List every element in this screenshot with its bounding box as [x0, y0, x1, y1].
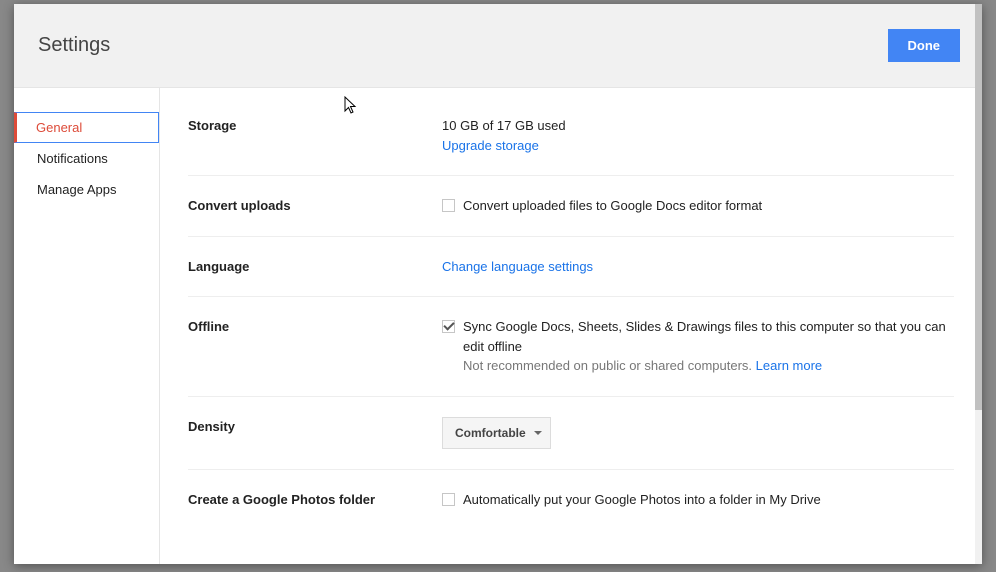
value-photos: Automatically put your Google Photos int… [442, 490, 954, 510]
convert-checkbox[interactable] [442, 199, 455, 212]
storage-used-text: 10 GB of 17 GB used [442, 116, 954, 136]
dialog-title: Settings [38, 34, 110, 57]
done-button[interactable]: Done [888, 29, 961, 62]
convert-text: Convert uploaded files to Google Docs ed… [463, 196, 762, 216]
value-language: Change language settings [442, 257, 954, 277]
sidebar: General Notifications Manage Apps [14, 88, 160, 564]
photos-text: Automatically put your Google Photos int… [463, 490, 821, 510]
label-offline: Offline [188, 317, 442, 376]
row-density: Density Comfortable [188, 397, 954, 470]
row-offline: Offline Sync Google Docs, Sheets, Slides… [188, 297, 954, 397]
nav-manage-apps[interactable]: Manage Apps [14, 174, 159, 205]
label-storage: Storage [188, 116, 442, 155]
label-convert: Convert uploads [188, 196, 442, 216]
upgrade-storage-link[interactable]: Upgrade storage [442, 138, 539, 153]
density-value: Comfortable [455, 424, 526, 442]
settings-dialog: Settings Done General Notifications Mana… [14, 4, 982, 564]
dropdown-arrow-icon [534, 431, 542, 435]
change-language-link[interactable]: Change language settings [442, 259, 593, 274]
offline-checkbox[interactable] [442, 320, 455, 333]
dialog-body: General Notifications Manage Apps Storag… [14, 88, 982, 564]
label-language: Language [188, 257, 442, 277]
photos-checkbox[interactable] [442, 493, 455, 506]
label-photos: Create a Google Photos folder [188, 490, 442, 510]
value-storage: 10 GB of 17 GB used Upgrade storage [442, 116, 954, 155]
row-storage: Storage 10 GB of 17 GB used Upgrade stor… [188, 112, 954, 176]
row-convert: Convert uploads Convert uploaded files t… [188, 176, 954, 237]
value-offline: Sync Google Docs, Sheets, Slides & Drawi… [442, 317, 954, 376]
nav-general[interactable]: General [14, 112, 159, 143]
value-density: Comfortable [442, 417, 954, 449]
offline-hint: Not recommended on public or shared comp… [463, 358, 752, 373]
row-language: Language Change language settings [188, 237, 954, 298]
density-select[interactable]: Comfortable [442, 417, 551, 449]
row-photos: Create a Google Photos folder Automatica… [188, 470, 954, 530]
label-density: Density [188, 417, 442, 449]
offline-learn-more-link[interactable]: Learn more [756, 358, 822, 373]
offline-text: Sync Google Docs, Sheets, Slides & Drawi… [463, 319, 946, 354]
scrollbar-track[interactable] [975, 4, 982, 564]
value-convert: Convert uploaded files to Google Docs ed… [442, 196, 954, 216]
dialog-header: Settings Done [14, 4, 982, 88]
scrollbar-thumb[interactable] [975, 4, 982, 410]
settings-content: Storage 10 GB of 17 GB used Upgrade stor… [160, 88, 982, 564]
offline-text-block: Sync Google Docs, Sheets, Slides & Drawi… [463, 317, 954, 376]
nav-notifications[interactable]: Notifications [14, 143, 159, 174]
